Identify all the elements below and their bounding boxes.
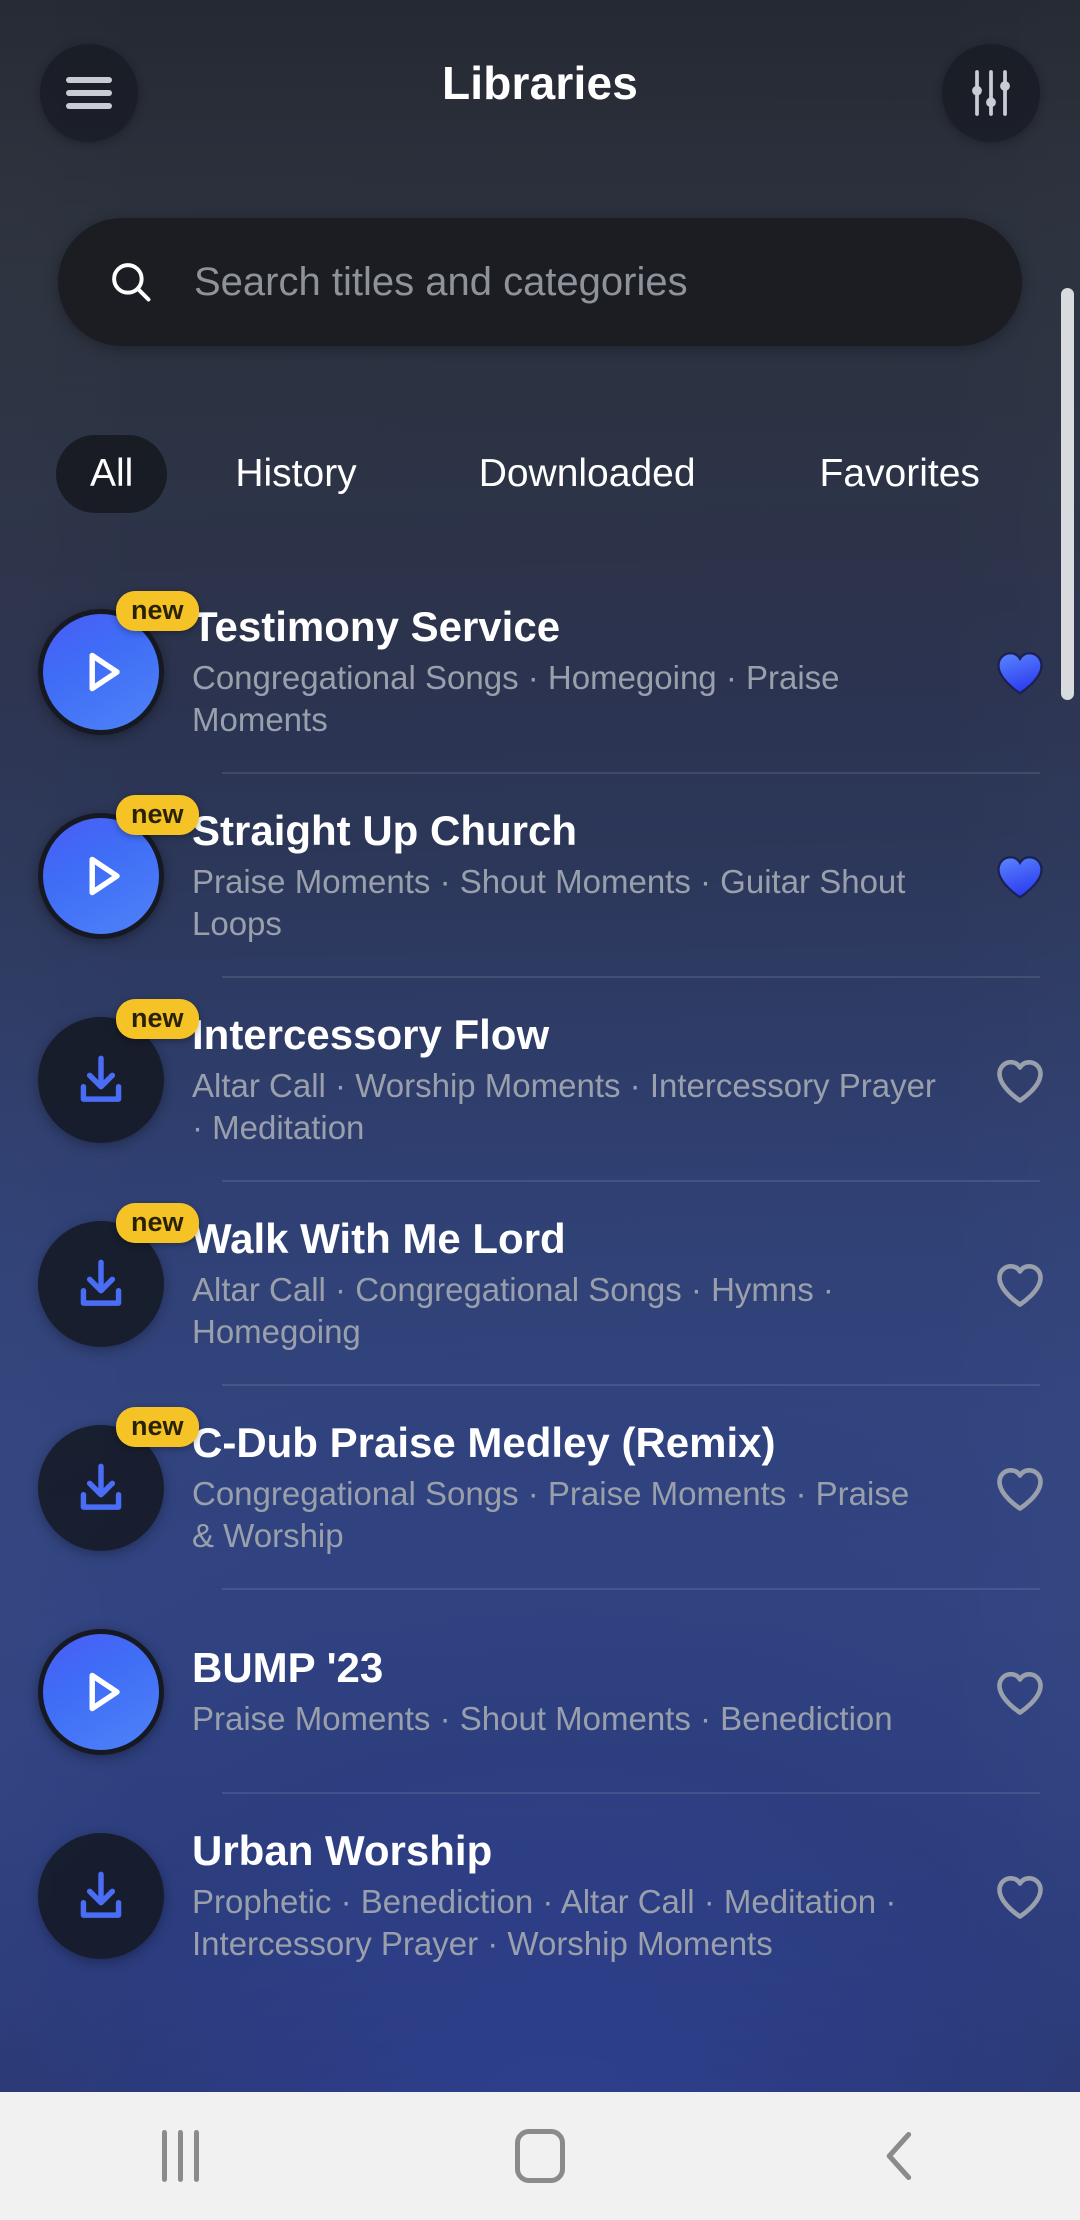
list-item-title: Intercessory Flow [192,1010,550,1058]
play-button[interactable] [38,1629,164,1755]
app-surface: Libraries Search titles and categories A… [0,0,1080,2092]
list-item-artwork: new [38,795,199,939]
list-item-categories: Congregational Songs · Homegoing · Prais… [192,658,840,739]
new-badge: new [116,795,199,835]
heart-outline-icon [997,1263,1043,1307]
new-badge: new [116,591,199,631]
page-title: Libraries [441,57,639,109]
play-icon [89,856,120,896]
heart-outline-icon [997,1467,1043,1511]
list-item[interactable]: new Intercessory Flow Altar Call · Worship… [0,978,1080,1182]
heart-outline-icon [997,1875,1043,1919]
list-item-artwork [38,1833,164,1959]
download-icon [80,1055,122,1102]
recents-icon [161,2130,199,2182]
tab-favorites[interactable]: Favorites [786,435,1014,513]
download-icon [80,1871,122,1918]
app-header: Libraries [0,0,1080,186]
tab-all[interactable]: All [56,435,168,513]
list-item-meta: Straight Up Church Praise Moments · Shout… [192,801,960,952]
list-item-meta: Testimony Service Congregational Songs · … [192,597,960,748]
list-item-artwork: new [38,591,199,735]
play-icon [89,1672,120,1712]
search-bar[interactable]: Search titles and categories [58,218,1022,346]
download-icon [80,1463,122,1510]
sliders-filter-icon [972,70,1010,116]
list-item-artwork: new [38,1203,199,1347]
library-list: new Testimony Service Congregational Songs… [0,570,1080,1998]
favorite-button[interactable] [960,1866,1080,1926]
list-item-categories: Praise Moments · Shout Moments · Guitar … [192,862,906,943]
list-item-title: Urban Worship [192,1826,493,1874]
phone-screen: Libraries Search titles and categories A… [0,0,1080,2220]
favorite-button[interactable] [960,1458,1080,1518]
home-icon [515,2129,565,2183]
list-item[interactable]: Urban Worship Prophetic · Benediction · A… [0,1794,1080,1998]
back-button[interactable] [790,2092,1010,2220]
new-badge: new [116,1203,199,1243]
new-badge: new [116,1407,199,1447]
favorite-button[interactable] [960,846,1080,906]
download-button[interactable] [38,1833,164,1959]
tab-history[interactable]: History [201,435,390,513]
list-item-title: Straight Up Church [192,806,577,854]
vertical-scrollbar[interactable] [1061,288,1074,700]
play-icon [89,652,120,692]
list-item-meta: Intercessory Flow Altar Call · Worship Mo… [192,1005,960,1156]
heart-outline-icon [997,1059,1043,1103]
list-item-title: C-Dub Praise Medley (Remix) [192,1418,776,1466]
list-item-categories: Altar Call · Congregational Songs · Hymn… [192,1270,834,1351]
android-navigation-bar [0,2092,1080,2220]
favorite-button[interactable] [960,1254,1080,1314]
recents-button[interactable] [70,2092,290,2220]
filter-button[interactable] [942,44,1040,142]
search-icon [112,263,151,302]
heart-filled-icon [997,652,1043,695]
list-item-artwork: new [38,1407,199,1551]
list-item-title: Walk With Me Lord [192,1214,566,1262]
back-icon [886,2132,912,2180]
list-item-title: BUMP '23 [192,1643,384,1691]
list-item-title: Testimony Service [192,602,561,650]
list-item[interactable]: new Walk With Me Lord Altar Call · Congreg… [0,1182,1080,1386]
list-item[interactable]: new Testimony Service Congregational Songs… [0,570,1080,774]
new-badge: new [116,999,199,1039]
heart-filled-icon [997,856,1043,899]
list-item-meta: Walk With Me Lord Altar Call · Congregati… [192,1209,960,1360]
list-item-meta: BUMP '23 Praise Moments · Shout Moments ·… [192,1638,960,1747]
list-item-artwork [38,1629,164,1755]
list-item-categories: Altar Call · Worship Moments · Intercess… [192,1066,936,1147]
list-item-categories: Praise Moments · Shout Moments · Benedic… [192,1700,893,1738]
list-item-artwork: new [38,999,199,1143]
filter-tabs: All History Downloaded Favorites [0,420,1080,528]
home-button[interactable] [430,2092,650,2220]
list-item[interactable]: new Straight Up Church Praise Moments · Sh… [0,774,1080,978]
download-icon [80,1259,122,1306]
list-item[interactable]: BUMP '23 Praise Moments · Shout Moments ·… [0,1590,1080,1794]
list-item-categories: Congregational Songs · Praise Moments · … [192,1474,910,1555]
favorite-button[interactable] [960,1662,1080,1722]
list-item-meta: C-Dub Praise Medley (Remix) Congregationa… [192,1413,960,1564]
list-item-categories: Prophetic · Benediction · Altar Call · M… [192,1882,897,1963]
list-item-meta: Urban Worship Prophetic · Benediction · A… [192,1821,960,1972]
heart-outline-icon [997,1671,1043,1715]
favorite-button[interactable] [960,1050,1080,1110]
list-item[interactable]: new C-Dub Praise Medley (Remix) Congregati… [0,1386,1080,1590]
tab-downloaded[interactable]: Downloaded [445,435,730,513]
search-input[interactable]: Search titles and categories [194,260,688,305]
